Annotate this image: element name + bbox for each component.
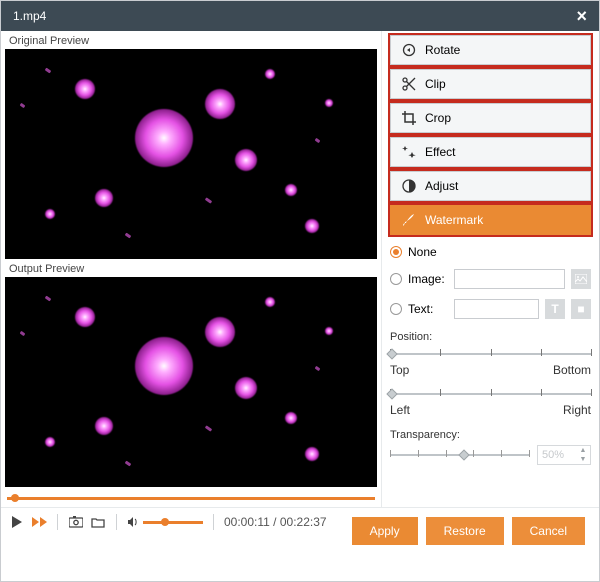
speaker-icon	[127, 516, 139, 528]
image-path-field[interactable]	[454, 269, 565, 289]
output-preview	[5, 277, 377, 487]
label-image: Image:	[408, 272, 448, 286]
fast-forward-icon	[32, 517, 47, 527]
tool-label: Rotate	[425, 43, 460, 57]
spinner-up-icon[interactable]: ▲	[576, 446, 590, 455]
tool-label: Effect	[425, 145, 455, 159]
snapshot-button[interactable]	[68, 514, 84, 530]
close-icon[interactable]: ×	[576, 6, 587, 27]
titlebar: 1.mp4 ×	[1, 1, 599, 31]
tool-label: Watermark	[425, 213, 483, 227]
vertical-position-slider[interactable]: TopBottom	[390, 347, 591, 377]
transparency-value: 50%	[538, 449, 576, 461]
adjust-button[interactable]: Adjust	[390, 171, 591, 201]
radio-none[interactable]	[390, 246, 402, 258]
clip-button[interactable]: Clip	[390, 69, 591, 99]
t-icon: T	[551, 302, 558, 316]
spinner-down-icon[interactable]: ▼	[576, 455, 590, 464]
browse-image-button[interactable]	[571, 269, 591, 289]
square-icon: ■	[577, 302, 584, 316]
rotate-icon	[401, 42, 417, 58]
position-label: Position:	[390, 331, 591, 343]
original-preview-label: Original Preview	[5, 33, 377, 49]
fast-forward-button[interactable]	[31, 514, 47, 530]
crop-icon	[401, 110, 417, 126]
label-none: None	[408, 245, 437, 259]
picture-icon	[575, 274, 587, 284]
play-button[interactable]	[9, 514, 25, 530]
transparency-label: Transparency:	[390, 429, 591, 441]
cancel-button[interactable]: Cancel	[512, 517, 585, 545]
camera-icon	[69, 516, 83, 528]
adjust-icon	[401, 178, 417, 194]
radio-text[interactable]	[390, 303, 402, 315]
radio-image[interactable]	[390, 273, 402, 285]
stars-icon	[401, 144, 417, 160]
play-icon	[12, 516, 22, 528]
watermark-button[interactable]: Watermark	[390, 205, 591, 235]
playback-time: 00:00:11 / 00:22:37	[224, 515, 327, 529]
tool-label: Clip	[425, 77, 446, 91]
crop-button[interactable]: Crop	[390, 103, 591, 133]
color-button[interactable]: ■	[571, 299, 591, 319]
transparency-row: 50% ▲▼	[390, 445, 591, 465]
playback-controls: 00:00:11 / 00:22:37	[5, 509, 377, 535]
volume-slider[interactable]	[143, 521, 203, 524]
open-folder-button[interactable]	[90, 514, 106, 530]
horizontal-position-slider[interactable]: LeftRight	[390, 387, 591, 417]
watermark-image-row: Image:	[390, 269, 591, 289]
text-field[interactable]	[454, 299, 539, 319]
tool-label: Adjust	[425, 179, 458, 193]
brush-icon	[401, 212, 417, 228]
rotate-button[interactable]: Rotate	[390, 35, 591, 65]
left-column: Original Preview Output Preview	[1, 31, 381, 507]
output-preview-label: Output Preview	[5, 261, 377, 277]
label-text: Text:	[408, 302, 448, 316]
original-preview	[5, 49, 377, 259]
tool-label: Crop	[425, 111, 451, 125]
transparency-spinner[interactable]: 50% ▲▼	[537, 445, 591, 465]
folder-icon	[91, 516, 105, 528]
watermark-text-row: Text: T ■	[390, 299, 591, 319]
window-title: 1.mp4	[13, 9, 46, 23]
right-column: Rotate Clip Crop Effect Adjust Watermark…	[381, 31, 599, 507]
effect-button[interactable]: Effect	[390, 137, 591, 167]
restore-button[interactable]: Restore	[426, 517, 504, 545]
watermark-none-row: None	[390, 245, 591, 259]
transparency-slider[interactable]	[390, 448, 529, 462]
scissors-icon	[401, 76, 417, 92]
volume-control[interactable]	[127, 516, 203, 528]
playback-timeline[interactable]	[7, 491, 375, 505]
font-button[interactable]: T	[545, 299, 565, 319]
apply-button[interactable]: Apply	[352, 517, 418, 545]
